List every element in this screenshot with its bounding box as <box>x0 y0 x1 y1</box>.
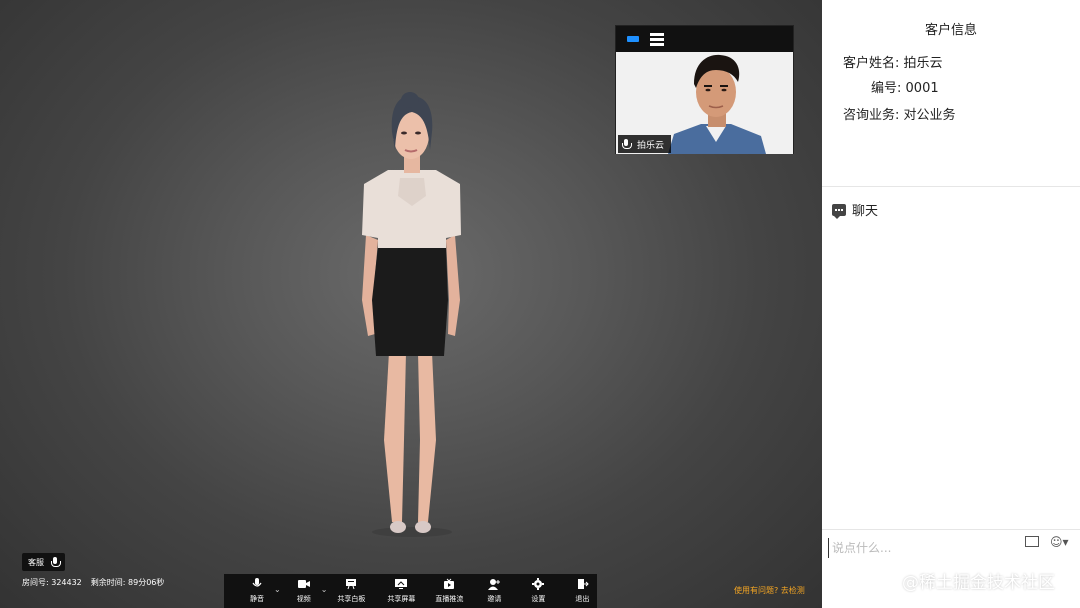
pip-name-tag: 拍乐云 <box>618 135 672 153</box>
camera-icon <box>297 580 310 588</box>
remote-participant-video: 拍乐云 <box>616 52 793 154</box>
settings-button[interactable]: 设置 <box>525 574 551 608</box>
microphone-icon <box>252 578 262 587</box>
customer-name-value: 拍乐云 <box>903 56 943 71</box>
business-row: 咨询业务: 对公业务 <box>843 104 956 123</box>
pip-toolbar <box>616 26 793 52</box>
settings-label: 设置 <box>531 595 546 603</box>
gear-icon <box>532 578 545 590</box>
share-screen-button[interactable]: 共享屏幕 <box>387 574 415 608</box>
diagnostics-link[interactable]: 使用有问题? 去检测 <box>734 585 805 596</box>
chat-title: 聊天 <box>852 204 879 219</box>
chat-header: 聊天 <box>832 200 878 219</box>
image-upload-icon[interactable] <box>1025 536 1039 547</box>
chat-input[interactable] <box>828 538 978 558</box>
video-options-chevron-icon[interactable]: ⌄ <box>321 585 328 594</box>
microphone-icon <box>622 138 632 150</box>
add-user-icon <box>488 579 501 590</box>
chat-input-divider <box>822 529 1080 530</box>
mute-button[interactable]: 静音 <box>244 574 270 608</box>
watermark: @稀土掘金技术社区 <box>902 573 1055 593</box>
customer-name-label: 客户姓名: <box>843 56 900 71</box>
invite-button[interactable]: 邀请 <box>481 574 507 608</box>
remote-video-pip[interactable]: 拍乐云 <box>615 25 794 154</box>
exit-icon <box>578 579 590 589</box>
local-role-label: 客服 <box>28 557 44 567</box>
section-divider <box>822 186 1080 187</box>
microphone-icon <box>51 556 61 568</box>
business-value: 对公业务 <box>903 108 956 123</box>
chat-bubble-icon <box>832 203 846 219</box>
main-video-stage: 拍乐云 客服 房间号: 324432 剩余时间: 89分06秒 静音 ⌄ 视频 … <box>0 0 822 608</box>
live-stream-button[interactable]: 直播推流 <box>435 574 463 608</box>
exit-label: 退出 <box>575 595 590 603</box>
video-button[interactable]: 视频 <box>291 574 317 608</box>
mention-user-icon[interactable]: ☺▾ <box>1050 535 1069 549</box>
room-number: 房间号: 324432 <box>22 578 82 587</box>
audio-options-chevron-icon[interactable]: ⌄ <box>274 585 281 594</box>
customer-id-value: 0001 <box>905 81 939 96</box>
live-stream-label: 直播推流 <box>435 595 464 603</box>
pip-participant-name: 拍乐云 <box>637 140 665 151</box>
room-info: 房间号: 324432 剩余时间: 89分06秒 <box>22 577 164 588</box>
list-view-icon[interactable] <box>650 33 664 46</box>
meeting-toolbar: 静音 ⌄ 视频 ⌄ 共享白板 共享屏幕 直播推流 邀请 设置 退出 <box>224 574 597 608</box>
customer-name-row: 客户姓名: 拍乐云 <box>843 52 943 71</box>
live-stream-icon <box>444 578 455 589</box>
customer-id-row: 编号: 0001 <box>871 77 939 96</box>
share-whiteboard-button[interactable]: 共享白板 <box>337 574 365 608</box>
share-screen-icon <box>395 579 408 589</box>
remaining-time: 剩余时间: 89分06秒 <box>90 578 165 587</box>
video-label: 视频 <box>296 595 311 603</box>
customer-info-title: 客户信息 <box>924 23 977 38</box>
exit-button[interactable]: 退出 <box>569 574 595 608</box>
mute-label: 静音 <box>250 595 264 603</box>
gallery-view-icon[interactable] <box>627 36 639 42</box>
invite-label: 邀请 <box>487 595 502 603</box>
local-role-badge: 客服 <box>22 553 65 571</box>
whiteboard-icon <box>346 579 357 590</box>
share-whiteboard-label: 共享白板 <box>337 595 366 603</box>
customer-id-label: 编号: <box>871 81 902 96</box>
side-panel: 客户信息 客户姓名: 拍乐云 编号: 0001 咨询业务: 对公业务 聊天 ☺▾ <box>822 0 1080 608</box>
share-screen-label: 共享屏幕 <box>387 595 416 603</box>
business-label: 咨询业务: <box>843 108 900 123</box>
